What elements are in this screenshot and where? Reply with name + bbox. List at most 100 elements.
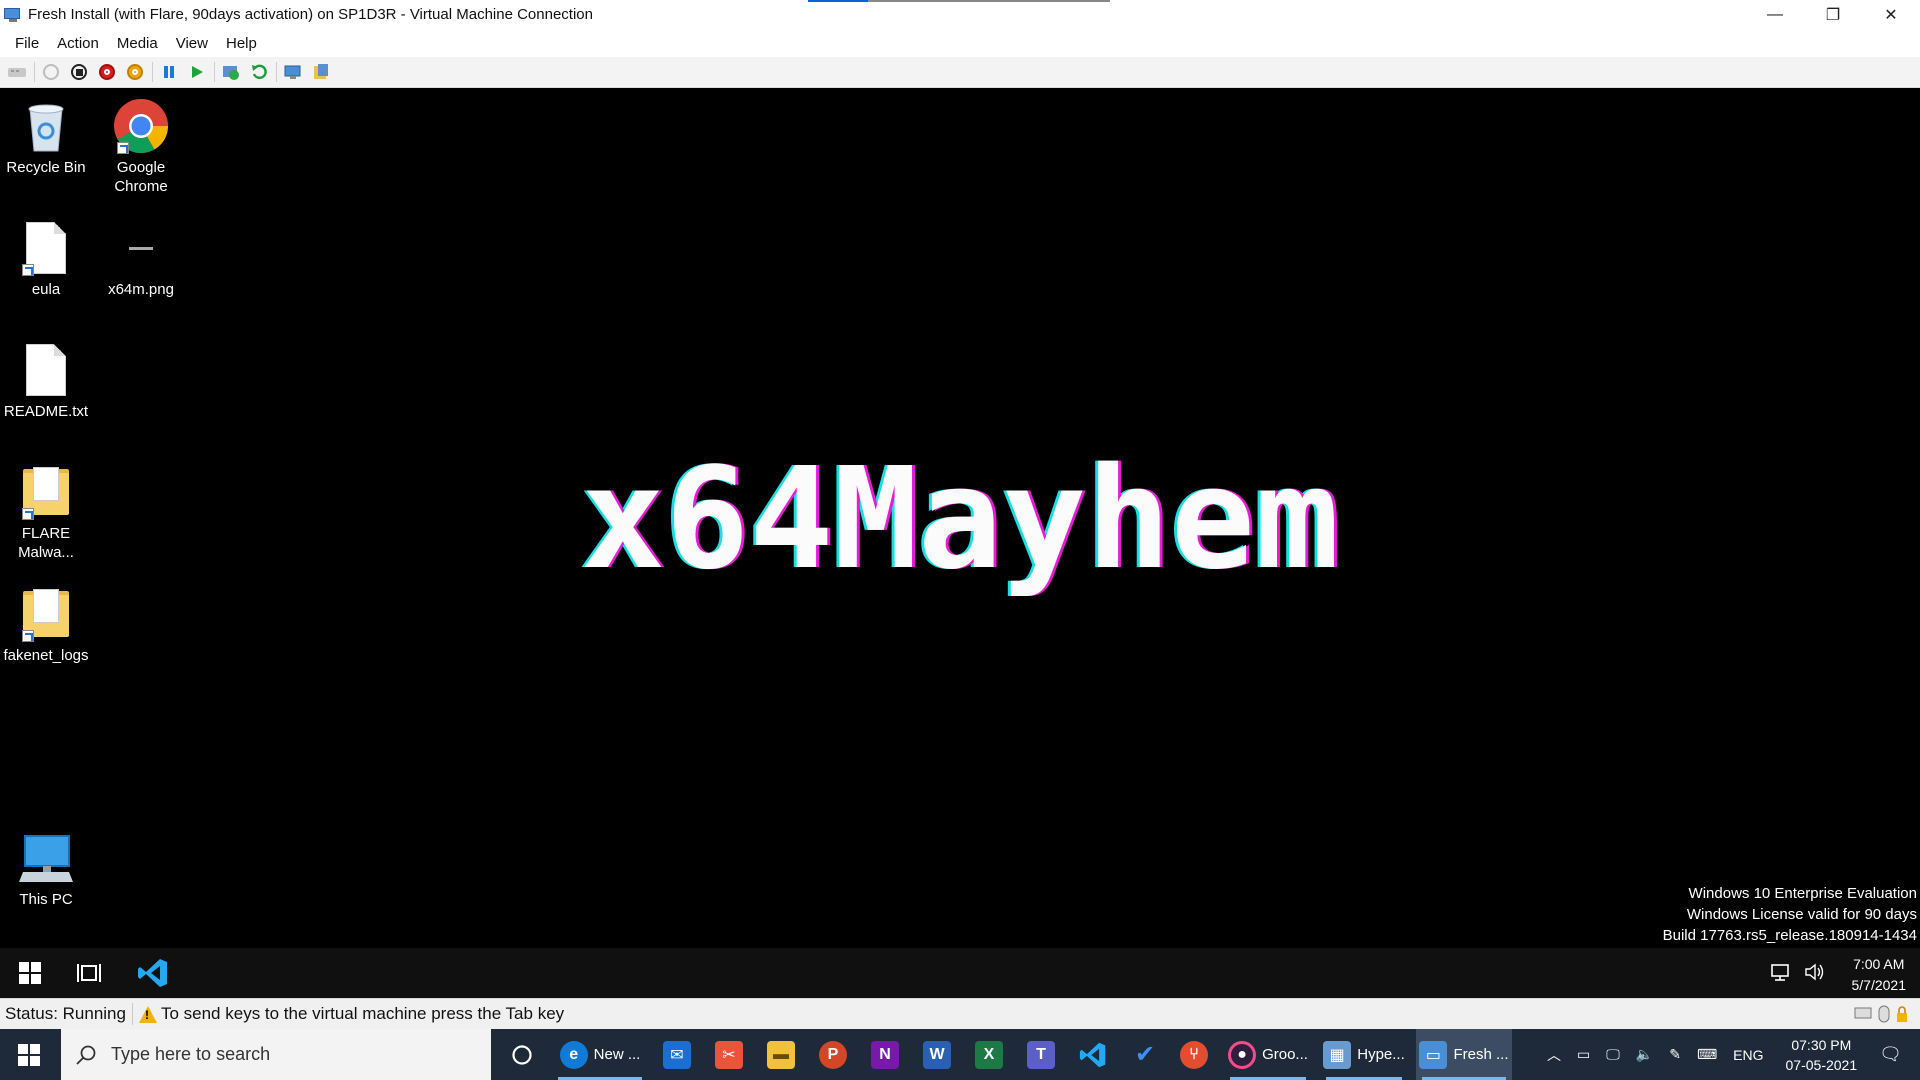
lock-icon — [1897, 1006, 1907, 1022]
vscode-icon — [1079, 1042, 1106, 1067]
revert-icon[interactable] — [248, 61, 270, 83]
taskbar-vmconnect[interactable]: ▭ Fresh ... — [1416, 1029, 1512, 1080]
mouse-icon — [1878, 1005, 1890, 1023]
share-icon[interactable] — [310, 61, 332, 83]
host-taskbar: Type here to search e New ... ✉ ✂ ▬ P N … — [0, 1029, 1920, 1080]
menu-help[interactable]: Help — [217, 35, 266, 52]
turn-off-icon[interactable] — [68, 61, 90, 83]
windows-logo-icon — [19, 962, 41, 984]
windows-watermark: Windows 10 Enterprise Evaluation Windows… — [1662, 885, 1917, 944]
taskbar-hyperv[interactable]: ▦ Hype... — [1320, 1029, 1408, 1080]
taskbar-edge[interactable]: e New ... — [552, 1029, 648, 1080]
start-button[interactable] — [0, 1029, 58, 1080]
restore-button[interactable]: ❐ — [1804, 0, 1862, 29]
computer-icon — [18, 828, 74, 888]
resume-icon[interactable] — [186, 61, 208, 83]
pen-icon[interactable]: ✎ — [1669, 1046, 1681, 1063]
vm-connection-icon: ▭ — [1419, 1040, 1448, 1069]
taskbar-word[interactable]: W — [912, 1029, 962, 1080]
status-message: To send keys to the virtual machine pres… — [160, 1004, 565, 1023]
shut-down-icon[interactable] — [96, 61, 118, 83]
taskbar-explorer[interactable]: ▬ — [756, 1029, 806, 1080]
taskbar-excel[interactable]: X — [964, 1029, 1014, 1080]
pause-icon[interactable] — [158, 61, 180, 83]
taskbar-todo[interactable]: ✔ — [1120, 1029, 1170, 1080]
search-box[interactable]: Type here to search — [61, 1029, 491, 1080]
battery-icon[interactable]: ▭ — [1577, 1046, 1590, 1063]
onenote-icon: N — [871, 1040, 899, 1069]
network-icon[interactable] — [1770, 962, 1792, 982]
taskbar-snip[interactable]: ✂ — [704, 1029, 754, 1080]
excel-icon: X — [975, 1040, 1003, 1069]
menu-file[interactable]: File — [6, 35, 48, 52]
keyboard-icon — [1854, 1007, 1872, 1019]
powerpoint-icon: P — [819, 1040, 847, 1069]
logo-magenta-layer: x64Mayhem — [583, 438, 1343, 601]
mail-icon: ✉ — [663, 1040, 691, 1069]
start-icon[interactable] — [40, 61, 62, 83]
toolbar — [0, 57, 1920, 88]
menu-bar: File Action Media View Help — [0, 29, 1920, 57]
taskbar-onenote[interactable]: N — [860, 1029, 910, 1080]
taskbar-powerpoint[interactable]: P — [808, 1029, 858, 1080]
taskbar-teams[interactable]: T — [1016, 1029, 1066, 1080]
desktop-icon-fakenet-logs[interactable]: fakenet_logs — [0, 584, 92, 665]
taskbar-git[interactable]: ⑂ — [1168, 1029, 1220, 1080]
enhanced-session-icon[interactable] — [282, 61, 304, 83]
show-hidden-icons-chevron-icon[interactable]: ︿ — [1547, 1045, 1561, 1065]
recycle-bin-icon — [18, 96, 74, 156]
folder-icon — [18, 462, 74, 522]
volume-icon[interactable] — [1804, 962, 1826, 982]
groove-music-icon: ● — [1228, 1040, 1257, 1069]
search-placeholder: Type here to search — [111, 1044, 271, 1064]
logo-cyan-layer: x64Mayhem — [577, 438, 1337, 601]
language-indicator[interactable]: ENG — [1733, 1047, 1763, 1063]
vm-clock[interactable]: 7:00 AM 5/7/2021 — [1852, 954, 1907, 996]
vm-start-button[interactable] — [5, 948, 55, 998]
menu-action[interactable]: Action — [48, 35, 108, 52]
logo-text: x64Mayhem — [580, 438, 1340, 601]
file-explorer-icon: ▬ — [767, 1040, 795, 1069]
menu-media[interactable]: Media — [108, 35, 167, 52]
status-bar: Status: Running To send keys to the virt… — [0, 998, 1920, 1029]
snip-sketch-icon: ✂ — [715, 1040, 743, 1069]
taskbar-vscode[interactable] — [1068, 1029, 1118, 1080]
text-file-icon — [18, 340, 74, 400]
desktop-icon-eula[interactable]: eula — [0, 218, 92, 299]
touch-keyboard-icon[interactable]: ⌨ — [1697, 1046, 1717, 1063]
notification-center-icon[interactable]: 🗨 — [1879, 1044, 1902, 1065]
desktop-icon-google-chrome[interactable]: Google Chrome — [95, 96, 187, 196]
desktop-icon-this-pc[interactable]: This PC — [0, 828, 92, 909]
task-view-icon[interactable] — [64, 948, 114, 998]
document-icon — [18, 218, 74, 278]
host-clock[interactable]: 07:30 PM 07-05-2021 — [1786, 1035, 1858, 1075]
teams-icon: T — [1027, 1040, 1055, 1069]
checkpoint-icon[interactable] — [220, 61, 242, 83]
desktop-icon-flare-malware[interactable]: FLARE Malwa... — [0, 462, 92, 562]
ctrl-alt-del-icon[interactable] — [6, 61, 28, 83]
vm-screen[interactable]: Recycle Bin Google Chrome eula x64m.png … — [0, 88, 1920, 948]
taskbar-mail[interactable]: ✉ — [652, 1029, 702, 1080]
vscode-icon[interactable] — [128, 948, 178, 998]
network-icon[interactable]: 🖵 — [1606, 1046, 1620, 1063]
volume-icon[interactable]: 🔈 — [1636, 1046, 1653, 1063]
taskbar-groove[interactable]: ● Groo... — [1224, 1029, 1312, 1080]
git-icon: ⑂ — [1180, 1040, 1208, 1069]
menu-view[interactable]: View — [167, 35, 217, 52]
close-button[interactable]: ✕ — [1862, 0, 1920, 29]
system-tray: ︿ ▭ 🖵 🔈 ✎ ⌨ ENG 07:30 PM 07-05-2021 🗨 — [1539, 1029, 1920, 1080]
desktop-icon-recycle-bin[interactable]: Recycle Bin — [0, 96, 92, 177]
desktop-icon-x64m-png[interactable]: x64m.png — [95, 218, 187, 299]
cortana-icon[interactable] — [497, 1029, 547, 1080]
todo-check-icon: ✔ — [1134, 1041, 1156, 1068]
warning-icon — [138, 1005, 157, 1023]
window-title: Fresh Install (with Flare, 90days activa… — [28, 6, 593, 23]
folder-icon — [18, 584, 74, 644]
power-icon[interactable] — [124, 61, 146, 83]
edge-icon: e — [559, 1040, 588, 1069]
image-thumbnail-icon — [113, 218, 169, 278]
minimize-button[interactable]: — — [1746, 0, 1804, 29]
desktop-icon-readme[interactable]: README.txt — [0, 340, 92, 421]
hyperv-manager-icon: ▦ — [1323, 1040, 1352, 1069]
search-icon — [76, 1045, 96, 1065]
